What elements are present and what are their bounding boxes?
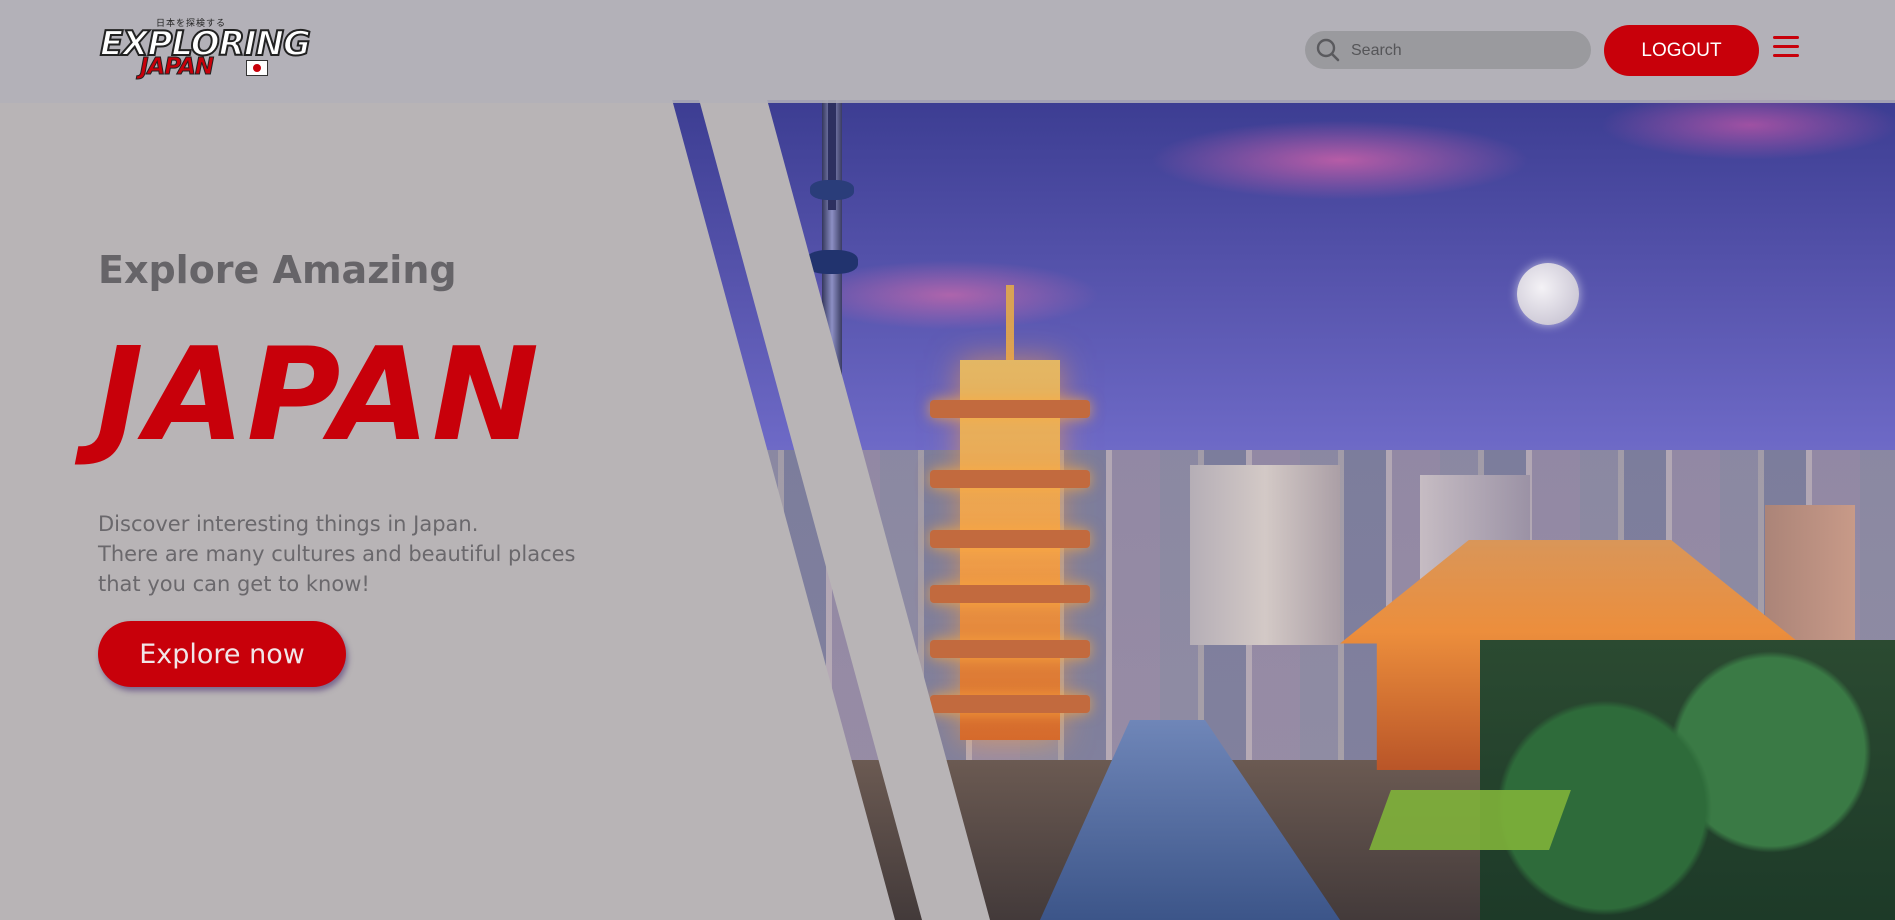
pagoda-tier xyxy=(930,640,1090,658)
explore-now-button[interactable]: Explore now xyxy=(98,621,346,687)
pagoda-tier xyxy=(930,530,1090,548)
site-logo[interactable]: 日本を探検する EXPLORING JAPAN xyxy=(98,16,312,81)
pagoda-tier xyxy=(930,400,1090,418)
tv-tower-deck xyxy=(810,180,854,200)
cloud xyxy=(1150,120,1530,200)
search-icon[interactable] xyxy=(1315,37,1341,63)
pagoda-tier xyxy=(930,585,1090,603)
search-bar xyxy=(1305,31,1591,69)
pagoda-spire xyxy=(1006,285,1014,365)
pagoda xyxy=(930,285,1090,760)
pagoda-tier xyxy=(930,695,1090,713)
city-building xyxy=(1190,465,1340,645)
hero-description-line: Discover interesting things in Japan. xyxy=(98,512,479,536)
trees xyxy=(1480,640,1895,920)
hero-title: JAPAN xyxy=(96,321,541,470)
lawn xyxy=(1369,790,1571,850)
hero-subtitle: Explore Amazing xyxy=(98,248,457,292)
tv-tower-deck xyxy=(806,250,858,274)
hamburger-menu-icon[interactable] xyxy=(1773,36,1799,58)
top-navbar: 日本を探検する EXPLORING JAPAN LOGOUT xyxy=(0,0,1895,103)
hero-description: Discover interesting things in Japan. Th… xyxy=(98,509,658,599)
japan-flag-icon xyxy=(246,60,268,76)
logout-button[interactable]: LOGOUT xyxy=(1604,25,1759,76)
pagoda-tier xyxy=(930,470,1090,488)
hero-description-line: There are many cultures and beautiful pl… xyxy=(98,542,576,566)
search-input[interactable] xyxy=(1349,35,1583,67)
hero-description-line: that you can get to know! xyxy=(98,572,370,596)
logo-bottom-text: JAPAN xyxy=(139,54,214,81)
moon xyxy=(1517,263,1579,325)
